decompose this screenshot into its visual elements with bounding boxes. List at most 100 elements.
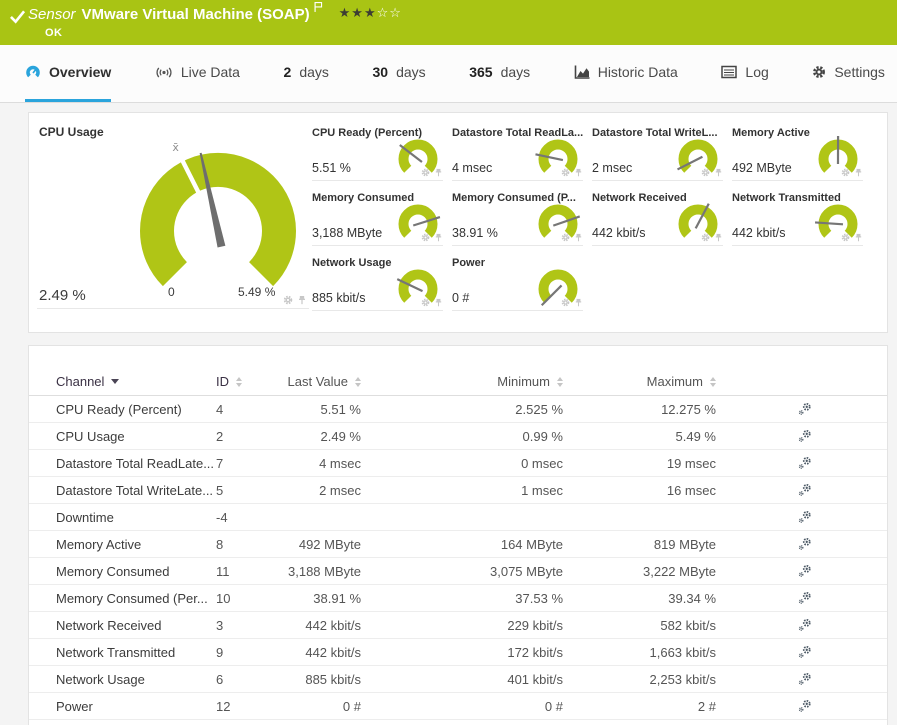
pin-icon[interactable] [434,168,443,177]
channel-minimum: 229 kbit/s [361,618,563,633]
tile-actions [421,233,443,242]
channel-last-value: 2 msec [264,483,361,498]
channel-name-link[interactable]: Memory Consumed (Per... [56,591,216,606]
pin-icon[interactable] [574,168,583,177]
gauge-icon [25,64,41,80]
gear-icon[interactable] [421,298,430,307]
channel-name-link[interactable]: CPU Usage [56,429,216,444]
gauge-value: 4 msec [452,161,492,175]
mean-marker-label: x̄ [172,141,179,154]
sort-desc-icon [111,379,119,384]
table-row: CPU Usage 2 2.49 % 0.99 % 5.49 % [29,423,887,450]
column-label: Channel [56,374,104,389]
gauge-tile: Datastore Total ReadLa... 4 msec [452,126,583,181]
channel-name-link[interactable]: Downtime [56,510,216,525]
pin-icon[interactable] [434,298,443,307]
gauge-tile: Datastore Total WriteL... 2 msec [592,126,723,181]
gear-icon[interactable] [701,233,710,242]
channel-name-link[interactable]: Memory Active [56,537,216,552]
gear-icon[interactable] [841,168,850,177]
channel-id: 10 [216,591,264,606]
channel-settings-icon[interactable] [798,402,812,416]
gear-icon[interactable] [841,233,850,242]
tab-historic-data[interactable]: Historic Data [574,45,678,102]
channel-settings-icon[interactable] [798,591,812,605]
channel-settings-icon[interactable] [798,537,812,551]
flag-icon[interactable] [314,0,323,17]
channel-settings-icon[interactable] [798,645,812,659]
channel-name-link[interactable]: Network Received [56,618,216,633]
tab-log[interactable]: Log [721,45,768,102]
tab-number: 2 [284,64,292,80]
priority-stars[interactable]: ★★★☆☆ [339,5,402,21]
tab-settings[interactable]: Settings [812,45,885,102]
table-row: Memory Consumed 11 3,188 MByte 3,075 MBy… [29,558,887,585]
channel-last-value: 5.51 % [264,402,361,417]
column-header-id[interactable]: ID [216,374,264,389]
channel-name-link[interactable]: Datastore Total WriteLate... [56,483,216,498]
main-gauge-max-label: 5.49 % [238,285,275,299]
gear-icon[interactable] [283,295,293,305]
channel-settings-icon[interactable] [798,672,812,686]
pin-icon[interactable] [574,298,583,307]
column-header-maximum[interactable]: Maximum [563,374,716,389]
pin-icon[interactable] [714,168,723,177]
pin-icon[interactable] [574,233,583,242]
main-gauge-tile: CPU Usage x̄ 2.49 % 0 5.49 % [37,123,309,309]
tab-30-days[interactable]: 30 days [372,45,425,102]
channel-maximum: 819 MByte [563,537,716,552]
table-header-row: Channel ID Last Value Minimum Maximum [29,368,887,396]
column-header-channel[interactable]: Channel [56,374,216,389]
channel-settings-icon[interactable] [798,618,812,632]
channel-last-value: 442 kbit/s [264,618,361,633]
gear-icon[interactable] [561,168,570,177]
channel-settings-icon[interactable] [798,456,812,470]
gear-icon[interactable] [701,168,710,177]
channel-maximum: 582 kbit/s [563,618,716,633]
page-title: VMware Virtual Machine (SOAP) [82,6,310,23]
gear-icon[interactable] [421,233,430,242]
sort-icon [710,377,716,387]
tab-365-days[interactable]: 365 days [469,45,530,102]
pin-icon[interactable] [434,233,443,242]
main-gauge-min-label: 0 [168,285,175,299]
column-header-minimum[interactable]: Minimum [361,374,563,389]
channel-minimum: 3,075 MByte [361,564,563,579]
gear-icon[interactable] [561,298,570,307]
channel-name-link[interactable]: Network Usage [56,672,216,687]
channel-maximum: 3,222 MByte [563,564,716,579]
channel-id: 7 [216,456,264,471]
tab-number: 365 [469,64,492,80]
sensor-header-bar: Sensor VMware Virtual Machine (SOAP) ★★★… [0,0,897,45]
channel-id: 5 [216,483,264,498]
pin-icon[interactable] [854,233,863,242]
gear-icon[interactable] [421,168,430,177]
channel-name-link[interactable]: Memory Consumed [56,564,216,579]
column-header-last-value[interactable]: Last Value [264,374,361,389]
gauge-value: 38.91 % [452,226,498,240]
tile-actions [421,298,443,307]
tab-label: days [299,64,329,80]
gauge-value: 0 # [452,291,469,305]
channel-name-link[interactable]: CPU Ready (Percent) [56,402,216,417]
channel-settings-icon[interactable] [798,483,812,497]
pin-icon[interactable] [714,233,723,242]
pin-icon[interactable] [854,168,863,177]
pin-icon[interactable] [297,295,307,305]
channel-minimum: 0 msec [361,456,563,471]
channel-settings-icon[interactable] [798,699,812,713]
channel-name-link[interactable]: Power [56,699,216,714]
tab-2-days[interactable]: 2 days [284,45,329,102]
tile-actions [561,298,583,307]
tab-overview[interactable]: Overview [25,45,111,102]
channel-name-link[interactable]: Network Transmitted [56,645,216,660]
gauge-value: 442 kbit/s [592,226,646,240]
tab-live-data[interactable]: Live Data [155,45,240,102]
channel-settings-icon[interactable] [798,510,812,524]
gear-icon[interactable] [561,233,570,242]
channel-last-value: 442 kbit/s [264,645,361,660]
channel-settings-icon[interactable] [798,429,812,443]
main-gauge-value: 2.49 % [39,287,86,304]
channel-name-link[interactable]: Datastore Total ReadLate... [56,456,216,471]
channel-settings-icon[interactable] [798,564,812,578]
